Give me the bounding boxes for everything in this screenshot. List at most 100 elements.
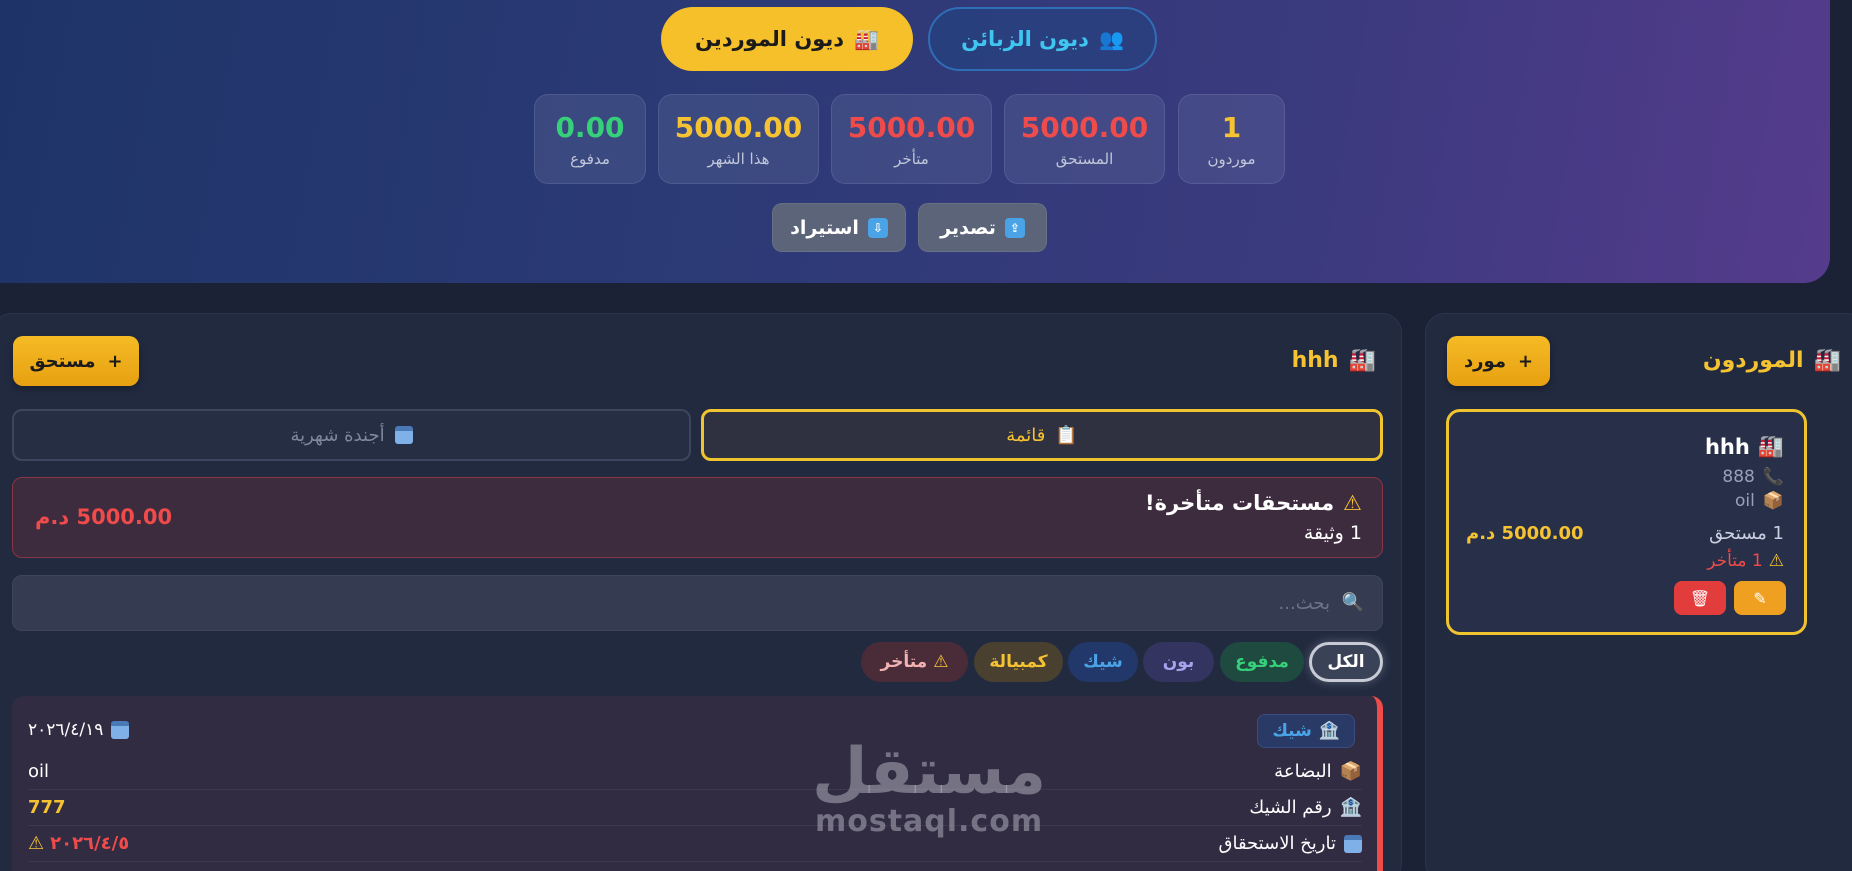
dues-panel: 🏭 hhh + مستحق 📋 قائمة أجندة شهرية ⚠ مستح…: [0, 313, 1402, 871]
factory-icon: 🏭: [1348, 348, 1376, 373]
calendar-icon: [394, 426, 413, 444]
factory-icon: 🏭: [854, 27, 879, 51]
import-label: استيراد: [790, 216, 859, 239]
stat-label: متأخر: [894, 149, 929, 168]
due-created-date: ٢٠٢٦/٤/١٩: [28, 720, 130, 740]
overdue-alert-count: 1 وثيقة: [1303, 522, 1362, 544]
filter-check-label: شيك: [1083, 652, 1123, 672]
due-goods-label-text: البضاعة: [1274, 761, 1332, 782]
search-box: 🔍: [12, 575, 1383, 631]
search-input[interactable]: [13, 576, 1382, 630]
due-goods-row: 📦 البضاعة oil: [28, 754, 1362, 790]
tab-list-view[interactable]: 📋 قائمة: [701, 409, 1383, 461]
export-button[interactable]: ⇪ تصدير: [918, 203, 1047, 252]
overdue-alert-title: ⚠ مستحقات متأخرة!: [1145, 491, 1362, 515]
due-type-text: شيك: [1272, 721, 1312, 741]
bank-icon: 🏦: [1318, 721, 1340, 741]
package-icon: 📦: [1339, 761, 1362, 782]
stat-label: المستحق: [1055, 149, 1114, 168]
supplier-phone-text: 888: [1722, 467, 1755, 487]
dues-panel-title: 🏭 hhh: [1292, 348, 1376, 373]
stat-late: 5000.00 متأخر: [831, 94, 992, 184]
tab-calendar-label: أجندة شهرية: [290, 424, 385, 446]
due-card[interactable]: 🏦 شيك ٢٠٢٦/٤/١٩ 📦 البضاعة oil 🏦 رقم الشي…: [12, 696, 1383, 871]
add-supplier-button[interactable]: + مورد: [1447, 336, 1550, 386]
warning-icon: ⚠: [1768, 551, 1784, 571]
calendar-icon: [111, 721, 130, 739]
supplier-goods-text: oil: [1734, 491, 1755, 511]
filter-late[interactable]: ⚠ متأخر: [861, 642, 968, 682]
add-due-button[interactable]: + مستحق: [13, 336, 139, 386]
factory-icon: 🏭: [1813, 348, 1841, 373]
tab-supplier-debts[interactable]: 🏭 ديون الموردين: [661, 7, 913, 71]
stat-this-month: 5000.00 هذا الشهر: [658, 94, 819, 184]
filter-bon[interactable]: بون: [1143, 642, 1214, 682]
tab-customer-debts[interactable]: 👥 ديون الزبائن: [928, 7, 1157, 71]
tab-supplier-debts-label: ديون الموردين: [695, 27, 845, 51]
warning-icon: ⚠: [28, 833, 45, 854]
calendar-icon: [1344, 834, 1362, 853]
tab-customer-debts-label: ديون الزبائن: [961, 27, 1089, 51]
supplier-late-text: 1 متأخر: [1707, 551, 1763, 571]
stat-suppliers: 1 موردون: [1178, 94, 1285, 184]
supplier-phone: 📞 888: [1722, 467, 1784, 487]
export-icon: ⇪: [1004, 217, 1025, 238]
overdue-alert-title-text: مستحقات متأخرة!: [1145, 491, 1335, 515]
suppliers-panel-title: 🏭 الموردون: [1703, 348, 1841, 373]
add-due-label: مستحق: [29, 350, 96, 372]
bank-icon: 🏦: [1339, 797, 1362, 818]
overdue-alert: ⚠ مستحقات متأخرة! 1 وثيقة 5000.00 د.م: [12, 477, 1383, 558]
stat-value: 5000.00: [1020, 110, 1149, 144]
due-check-value: 777: [28, 797, 66, 818]
supplier-goods: 📦 oil: [1735, 491, 1784, 511]
plus-icon: +: [1517, 350, 1534, 372]
clipboard-icon: 📋: [1055, 424, 1078, 446]
supplier-late: ⚠ 1 متأخر: [1707, 551, 1784, 571]
pencil-icon: ✎: [1753, 588, 1767, 608]
import-button[interactable]: ⇩ استيراد: [772, 203, 906, 252]
export-label: تصدير: [940, 216, 996, 239]
stat-value: 1: [1221, 110, 1242, 144]
trash-icon: 🗑: [1689, 588, 1711, 608]
header: 🏭 ديون الموردين 👥 ديون الزبائن 1 موردون …: [0, 0, 1830, 283]
due-check-label: 🏦 رقم الشيك: [1249, 797, 1362, 818]
plus-icon: +: [107, 350, 123, 372]
filter-check[interactable]: شيك: [1068, 642, 1138, 682]
package-icon: 📦: [1762, 491, 1784, 511]
delete-supplier-button[interactable]: 🗑: [1674, 581, 1726, 615]
filter-late-label: متأخر: [880, 652, 928, 672]
supplier-card[interactable]: 🏭 hhh 📞 888 📦 oil 1 مستحق 5000.00 د.م ⚠ …: [1446, 409, 1807, 635]
due-date-row: تاريخ الاستحقاق ٢٠٢٦/٤/٥ ⚠: [28, 826, 1362, 862]
filter-bill-label: كمبيالة: [989, 652, 1048, 672]
add-supplier-label: مورد: [1463, 350, 1506, 372]
warning-icon: ⚠: [1343, 491, 1362, 515]
filter-paid[interactable]: مدفوع: [1220, 642, 1304, 682]
people-icon: 👥: [1098, 27, 1124, 51]
search-icon: 🔍: [1341, 592, 1364, 613]
stat-due: 5000.00 المستحق: [1004, 94, 1165, 184]
tab-list-label: قائمة: [1006, 424, 1046, 446]
stat-label: هذا الشهر: [707, 149, 770, 168]
tab-calendar-view[interactable]: أجندة شهرية: [12, 409, 691, 461]
filter-bill[interactable]: كمبيالة: [974, 642, 1063, 682]
due-goods-value: oil: [28, 761, 50, 782]
supplier-due-amount: 5000.00 د.م: [1466, 523, 1584, 544]
due-type-badge: 🏦 شيك: [1257, 714, 1355, 748]
due-goods-label: 📦 البضاعة: [1274, 761, 1362, 782]
due-check-row: 🏦 رقم الشيك 777: [28, 790, 1362, 826]
phone-icon: 📞: [1762, 467, 1784, 487]
filter-all[interactable]: الكل: [1309, 642, 1383, 682]
stat-label: مدفوع: [570, 149, 610, 168]
warning-icon: ⚠: [933, 652, 949, 672]
stat-value: 5000.00: [847, 110, 976, 144]
due-check-label-text: رقم الشيك: [1249, 797, 1332, 818]
suppliers-panel: 🏭 الموردون + مورد 🏭 hhh 📞 888 📦 oil 1 مس…: [1425, 313, 1852, 871]
filter-bon-label: بون: [1162, 652, 1195, 672]
due-date-value-text: ٢٠٢٦/٤/٥: [50, 833, 130, 854]
edit-supplier-button[interactable]: ✎: [1734, 581, 1786, 615]
supplier-name-text: hhh: [1704, 434, 1750, 459]
supplier-name: 🏭 hhh: [1705, 434, 1784, 459]
due-created-date-text: ٢٠٢٦/٤/١٩: [28, 720, 104, 740]
overdue-alert-amount: 5000.00 د.م: [35, 505, 173, 529]
due-date-label-text: تاريخ الاستحقاق: [1218, 833, 1337, 854]
